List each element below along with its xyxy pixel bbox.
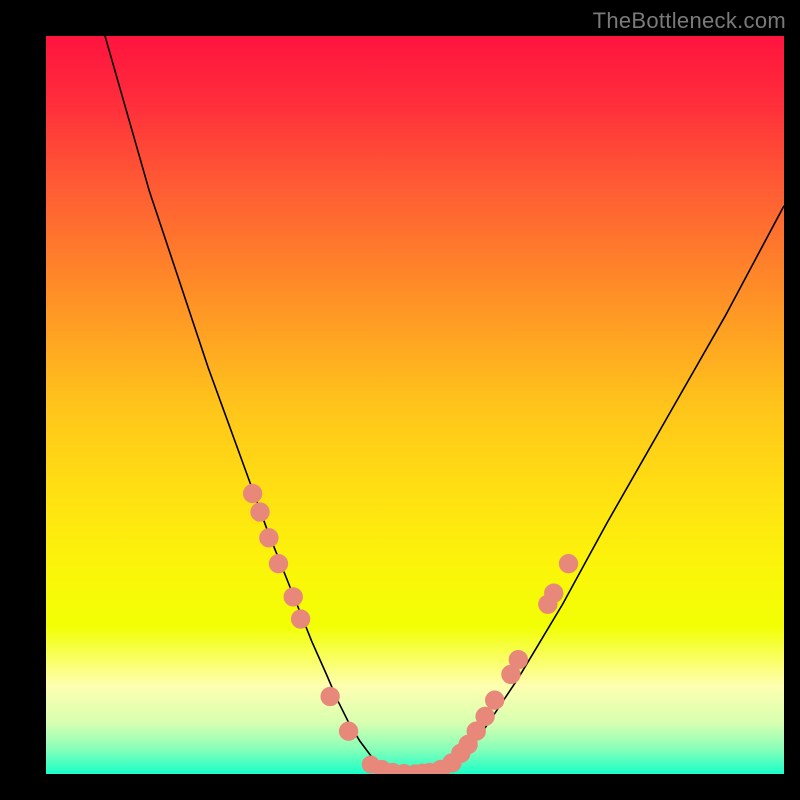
curve-marker [339,722,357,740]
curve-marker [476,707,494,725]
curve-marker [321,687,339,705]
watermark-text: TheBottleneck.com [593,8,786,34]
plot-area [46,36,784,774]
markers-right [421,554,578,774]
curve-marker [509,650,527,668]
curve-marker [243,484,261,502]
curve-marker [260,529,278,547]
curve-marker [269,554,287,572]
curve-marker [485,691,503,709]
bottleneck-curve [105,36,784,773]
curve-marker [559,554,577,572]
curve-layer [46,36,784,774]
curve-marker [545,584,563,602]
chart-frame: TheBottleneck.com [0,0,800,800]
markers-left [243,484,357,740]
curve-marker [251,503,269,521]
curve-marker [291,610,309,628]
curve-marker [284,588,302,606]
